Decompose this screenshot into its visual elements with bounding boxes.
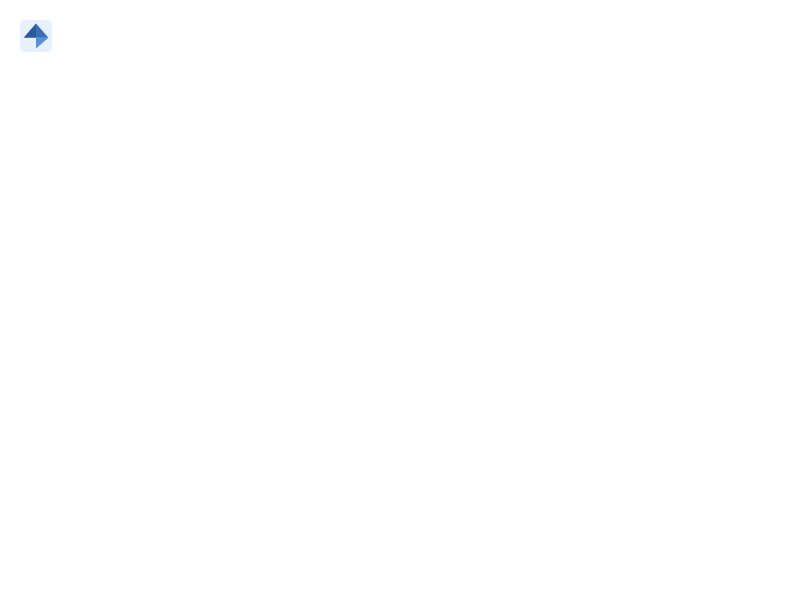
page-header — [20, 20, 772, 52]
logo — [20, 20, 56, 52]
logo-icon — [20, 20, 52, 52]
